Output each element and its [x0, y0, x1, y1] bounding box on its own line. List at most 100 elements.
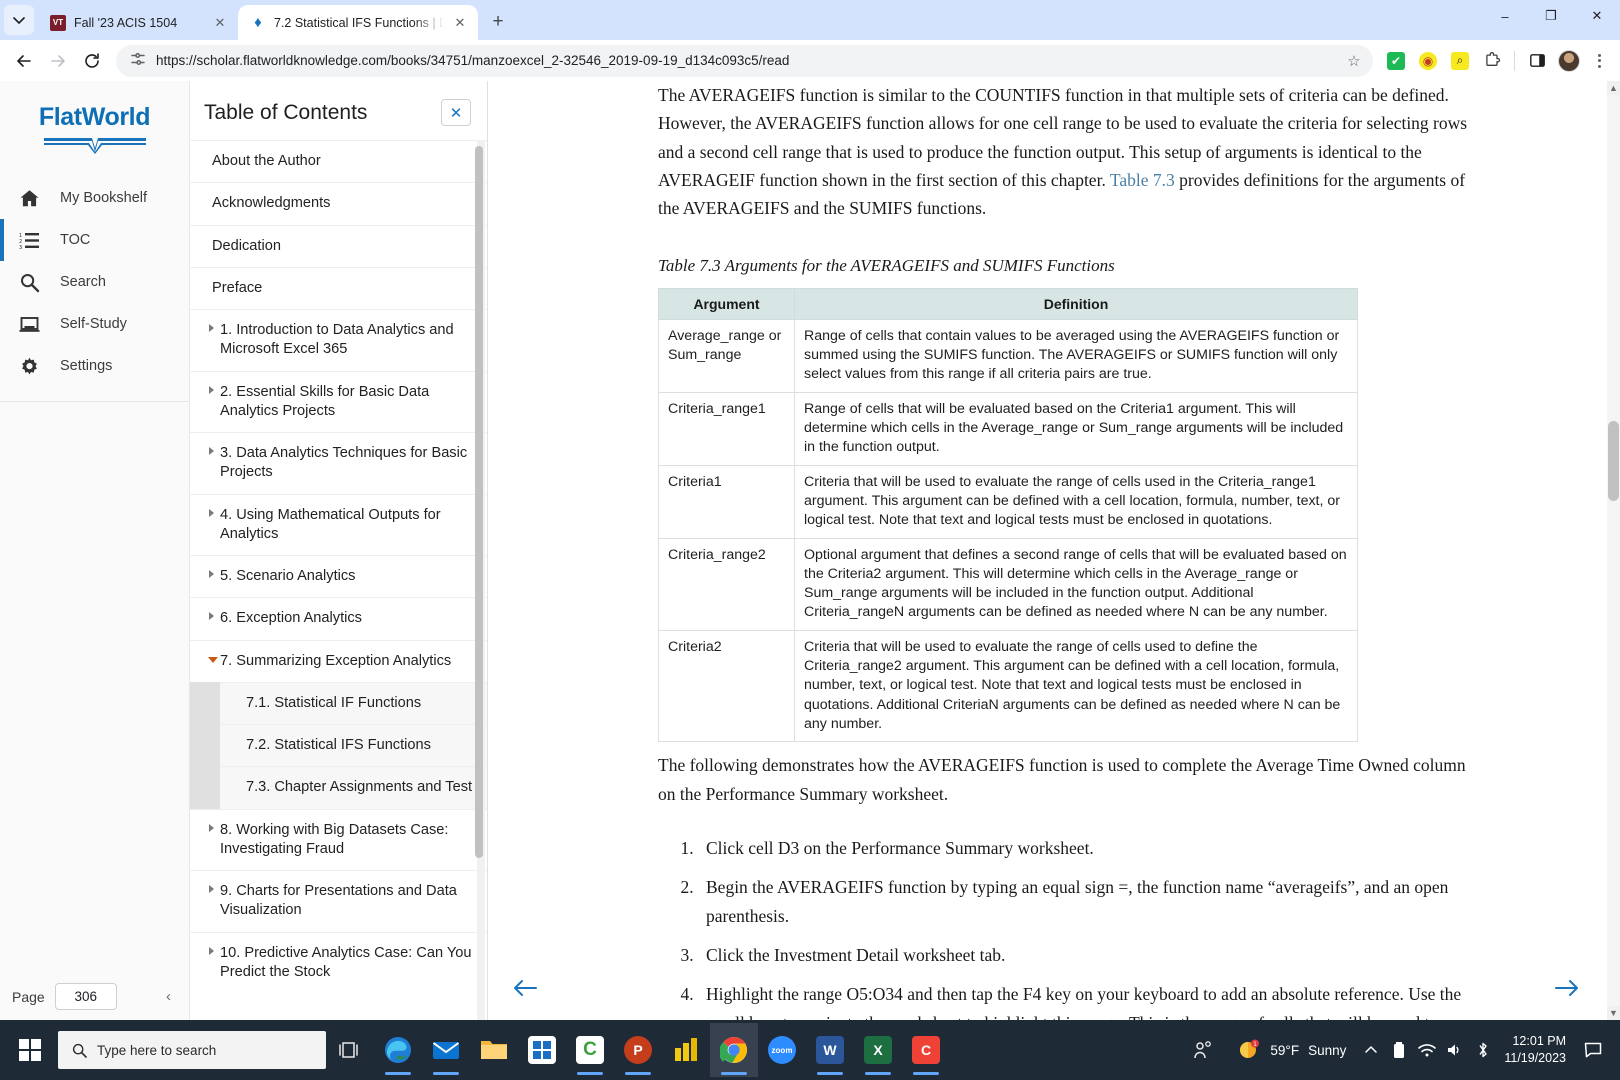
chevron-right-icon[interactable] [209, 508, 214, 517]
star-icon[interactable]: ☆ [1341, 48, 1367, 74]
chevron-right-icon[interactable] [209, 823, 214, 832]
cengage-icon[interactable]: C [566, 1023, 614, 1077]
reader-content: The AVERAGEIFS function is similar to th… [488, 81, 1620, 1020]
table-7-3-link[interactable]: Table 7.3 [1110, 170, 1175, 190]
notification-center-icon[interactable] [1578, 1028, 1608, 1072]
sidebar-item-settings[interactable]: Settings [0, 345, 189, 387]
toc-item-dedication[interactable]: Dedication [190, 224, 487, 267]
toc-item-chapter-9[interactable]: 9. Charts for Presentations and Data Vis… [190, 870, 487, 932]
extensions-puzzle-icon[interactable] [1479, 48, 1505, 74]
toc-item-chapter-1[interactable]: 1. Introduction to Data Analytics and Mi… [190, 309, 487, 371]
toc-item-section-7-2[interactable]: 7.2. Statistical IFS Functions [190, 724, 487, 768]
toc-item-about-the-author[interactable]: About the Author [190, 140, 487, 182]
kebab-menu-icon[interactable] [1586, 48, 1612, 74]
search-input[interactable]: Type here to search [58, 1031, 326, 1069]
toc-item-chapter-2[interactable]: 2. Essential Skills for Basic Data Analy… [190, 370, 487, 433]
chevron-down-icon[interactable] [208, 656, 218, 663]
new-tab-button[interactable]: + [484, 8, 512, 36]
sidebar-divider [0, 401, 189, 402]
side-panel-icon[interactable] [1524, 48, 1550, 74]
zoom-icon[interactable]: zoom [758, 1023, 806, 1077]
file-explorer-icon[interactable] [470, 1023, 518, 1077]
close-icon[interactable]: ✕ [452, 15, 468, 31]
toc-item-section-7-1[interactable]: 7.1. Statistical IF Functions [190, 681, 487, 726]
browser-tab-2[interactable]: ♦ 7.2 Statistical IFS Functions | Da ✕ [238, 5, 478, 40]
people-icon[interactable] [1181, 1028, 1225, 1072]
prev-page-button[interactable] [512, 976, 538, 1002]
chevron-right-icon[interactable] [209, 385, 214, 394]
reader-scrollbar[interactable]: ▲ ▼ [1607, 81, 1620, 1020]
bluetooth-icon[interactable] [1470, 1028, 1496, 1072]
microsoft-excel-icon[interactable]: X [854, 1023, 902, 1077]
toc-item-preface[interactable]: Preface [190, 266, 487, 309]
page-input[interactable]: 306 [54, 983, 117, 1010]
cengage-red-icon[interactable]: C [902, 1023, 950, 1077]
chevron-right-icon[interactable] [209, 447, 214, 455]
sidebar-item-my-bookshelf[interactable]: My Bookshelf [0, 177, 189, 219]
grammarly-extension-icon[interactable]: ✔ [1383, 48, 1409, 74]
close-window-button[interactable]: ✕ [1574, 0, 1620, 32]
forward-button[interactable] [42, 45, 74, 77]
toc-item-section-7-3[interactable]: 7.3. Chapter Assignments and Test [190, 766, 487, 810]
mail-icon[interactable] [422, 1023, 470, 1077]
toc-item-chapter-10[interactable]: 10. Predictive Analytics Case: Can You P… [190, 931, 487, 994]
google-chrome-icon[interactable] [710, 1023, 758, 1077]
microsoft-store-icon[interactable] [518, 1023, 566, 1077]
next-page-button[interactable] [1554, 976, 1580, 1002]
reload-button[interactable] [76, 45, 108, 77]
site-settings-icon[interactable] [130, 51, 146, 70]
volume-icon[interactable] [1442, 1028, 1468, 1072]
powerpoint-icon[interactable]: P [614, 1023, 662, 1077]
browser-tab-1[interactable]: VT Fall '23 ACIS 1504 ✕ [38, 5, 238, 40]
close-icon[interactable]: ✕ [212, 15, 228, 31]
arrow-left-icon [514, 980, 537, 996]
scroll-up-icon[interactable]: ▲ [1607, 81, 1620, 95]
power-bi-icon[interactable] [662, 1023, 710, 1077]
toc-item-label: 10. Predictive Analytics Case: Can You P… [220, 944, 472, 980]
chevron-right-icon[interactable] [209, 612, 214, 621]
chevron-right-icon[interactable] [209, 570, 214, 578]
flatworld-logo[interactable]: FlatWorld [0, 81, 189, 171]
maximize-button[interactable]: ❐ [1528, 0, 1574, 32]
wifi-icon[interactable] [1414, 1028, 1440, 1072]
intro-paragraph: The AVERAGEIFS function is similar to th… [658, 81, 1470, 223]
toc-item-chapter-4[interactable]: 4. Using Mathematical Outputs for Analyt… [190, 493, 487, 556]
weather-widget[interactable]: 1 59°F Sunny [1227, 1038, 1356, 1062]
profile-avatar[interactable] [1556, 48, 1582, 74]
honey-extension-icon[interactable]: ◉ [1415, 48, 1441, 74]
sidebar-item-search[interactable]: Search [0, 261, 189, 303]
toc-item-chapter-6[interactable]: 6. Exception Analytics [190, 597, 487, 639]
chevron-right-icon[interactable] [209, 946, 214, 955]
toc-item-chapter-8[interactable]: 8. Working with Big Datasets Case: Inves… [190, 808, 487, 871]
sidebar-item-toc[interactable]: 123 TOC [0, 219, 189, 261]
toc-item-chapter-5[interactable]: 5. Scenario Analytics [190, 555, 487, 597]
chevron-right-icon[interactable] [209, 324, 214, 332]
reader-scrollbar-thumb[interactable] [1608, 421, 1619, 501]
sidebar-item-self-study[interactable]: Self-Study [0, 303, 189, 345]
toc-item-label: 2. Essential Skills for Basic Data Analy… [220, 383, 430, 419]
microsoft-word-icon[interactable]: W [806, 1023, 854, 1077]
show-hidden-icons-icon[interactable] [1358, 1028, 1384, 1072]
toc-item-acknowledgments[interactable]: Acknowledgments [190, 182, 487, 224]
chevron-left-icon[interactable]: ‹ [166, 988, 177, 1005]
scroll-down-icon[interactable]: ▼ [1607, 1006, 1620, 1020]
tab-search-button[interactable] [4, 5, 34, 35]
back-button[interactable] [8, 45, 40, 77]
task-view-icon[interactable] [326, 1023, 374, 1077]
toc-list[interactable]: About the Author Acknowledgments Dedicat… [190, 140, 487, 1020]
address-bar[interactable]: https://scholar.flatworldknowledge.com/b… [116, 44, 1373, 77]
search-extension-icon[interactable]: ⌕ [1447, 48, 1473, 74]
close-icon[interactable]: ✕ [441, 99, 471, 126]
toc-scrollbar-thumb[interactable] [475, 146, 483, 858]
minimize-button[interactable]: – [1482, 0, 1528, 32]
clock[interactable]: 12:01 PM 11/19/2023 [1498, 1033, 1576, 1067]
toc-item-chapter-3[interactable]: 3. Data Analytics Techniques for Basic P… [190, 432, 487, 494]
battery-icon[interactable] [1386, 1028, 1412, 1072]
chevron-right-icon[interactable] [209, 885, 214, 893]
table-of-contents-panel: Table of Contents ✕ About the Author Ack… [190, 81, 488, 1020]
windows-start-icon[interactable] [4, 1023, 56, 1077]
toc-item-label: 9. Charts for Presentations and Data Vis… [220, 883, 457, 919]
toc-scrollbar[interactable] [475, 140, 485, 1020]
microsoft-edge-icon[interactable] [374, 1023, 422, 1077]
toc-item-chapter-7[interactable]: 7. Summarizing Exception Analytics [190, 639, 487, 682]
